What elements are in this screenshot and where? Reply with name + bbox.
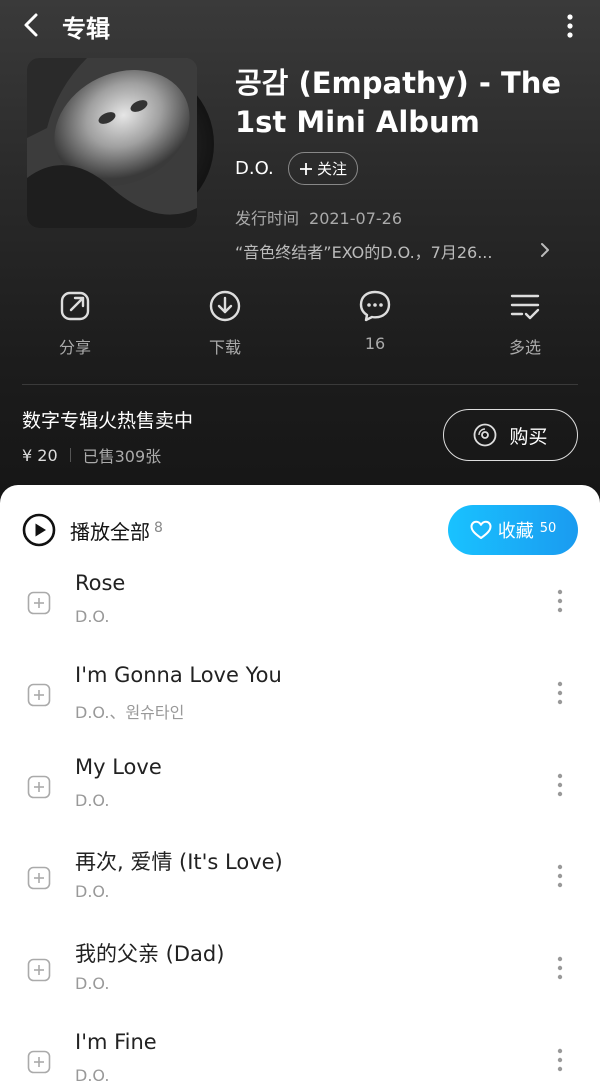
comment-button[interactable]: 16 — [325, 288, 425, 353]
play-all-label: 播放全部 — [70, 519, 150, 544]
comment-count: 16 — [364, 334, 386, 353]
track-artist: D.O. — [75, 791, 110, 810]
more-vertical-icon[interactable] — [552, 771, 568, 799]
price-separator — [69, 448, 71, 462]
track-artist: D.O.、원슈타인 — [75, 703, 185, 722]
download-button[interactable]: 下载 — [175, 288, 275, 358]
track-row[interactable]: I'm Fine D.O. — [0, 1030, 600, 1088]
album-artist[interactable]: D.O. — [235, 158, 274, 179]
back-arrow-icon[interactable] — [18, 10, 46, 40]
more-vertical-icon[interactable] — [552, 587, 568, 615]
track-row[interactable]: I'm Gonna Love You D.O.、원슈타인 — [0, 663, 600, 757]
favorite-label: 收藏 — [497, 521, 534, 542]
divider — [22, 384, 578, 385]
track-row[interactable]: 我的父亲 (Dad) D.O. — [0, 940, 600, 1032]
track-artist: D.O. — [75, 882, 110, 901]
sold-count: 已售309张 — [82, 447, 162, 466]
multi-select-icon — [510, 294, 540, 320]
download-icon — [209, 290, 241, 322]
more-vertical-icon[interactable] — [552, 679, 568, 707]
follow-label: 关注 — [317, 160, 348, 178]
track-title: Rose — [75, 571, 126, 595]
multi-select-button[interactable]: 多选 — [475, 288, 575, 358]
share-button[interactable]: 分享 — [25, 288, 125, 358]
add-to-playlist-icon[interactable] — [27, 1050, 51, 1074]
plus-icon — [300, 162, 312, 175]
track-row[interactable]: Rose D.O. — [0, 571, 600, 665]
release-date: 2021-07-26 — [309, 209, 402, 228]
add-to-playlist-icon[interactable] — [27, 775, 51, 799]
buy-button[interactable]: 购买 — [443, 409, 578, 461]
release-info: 发行时间 2021-07-26 — [235, 205, 412, 229]
more-vertical-icon[interactable] — [552, 862, 568, 890]
promo-title: 数字专辑火热售卖中 — [22, 410, 194, 432]
album-title: 공감 (Empathy) - The 1st Mini Album — [235, 66, 562, 139]
buy-label: 购买 — [509, 425, 548, 448]
track-title: My Love — [75, 755, 162, 779]
multi-select-label: 多选 — [508, 338, 541, 357]
comment-icon — [359, 290, 391, 322]
heart-icon — [470, 520, 492, 539]
favorite-count: 50 — [539, 520, 557, 536]
track-row[interactable]: 再次, 爱情 (It's Love) D.O. — [0, 848, 600, 940]
disc-icon — [474, 423, 497, 447]
chevron-right-icon[interactable] — [538, 241, 552, 259]
more-vertical-icon[interactable] — [552, 1046, 568, 1074]
track-artist: D.O. — [75, 974, 110, 993]
track-title: 我的父亲 (Dad) — [75, 942, 225, 966]
add-to-playlist-icon[interactable] — [27, 683, 51, 707]
more-vertical-icon[interactable] — [552, 954, 568, 982]
track-title: I'm Gonna Love You — [75, 663, 282, 687]
track-title: 再次, 爱情 (It's Love) — [75, 850, 283, 874]
share-label: 分享 — [58, 338, 91, 357]
add-to-playlist-icon[interactable] — [27, 958, 51, 982]
follow-button[interactable]: 关注 — [288, 152, 359, 185]
track-artist: D.O. — [75, 1066, 110, 1085]
track-row[interactable]: My Love D.O. — [0, 755, 600, 849]
play-circle-icon — [22, 513, 56, 547]
download-label: 下载 — [208, 338, 241, 357]
top-bar: 专辑 — [0, 0, 600, 52]
track-artist: D.O. — [75, 607, 110, 626]
page-title: 专辑 — [62, 15, 110, 43]
price-row: ¥ 20 已售309张 — [22, 443, 161, 467]
add-to-playlist-icon[interactable] — [27, 866, 51, 890]
play-all-button[interactable]: 播放全部 8 — [22, 513, 163, 547]
share-icon — [60, 291, 90, 321]
track-title: I'm Fine — [75, 1030, 157, 1054]
release-label: 发行时间 — [235, 209, 300, 228]
album-cover-image[interactable] — [27, 58, 197, 228]
favorite-button[interactable]: 收藏 50 — [448, 505, 578, 555]
album-description[interactable]: “音色终结者”EXO的D.O.，7月26... — [235, 239, 535, 263]
price: ¥ 20 — [22, 445, 58, 465]
add-to-playlist-icon[interactable] — [27, 591, 51, 615]
more-vertical-icon[interactable] — [556, 10, 584, 42]
track-count: 8 — [154, 520, 163, 536]
